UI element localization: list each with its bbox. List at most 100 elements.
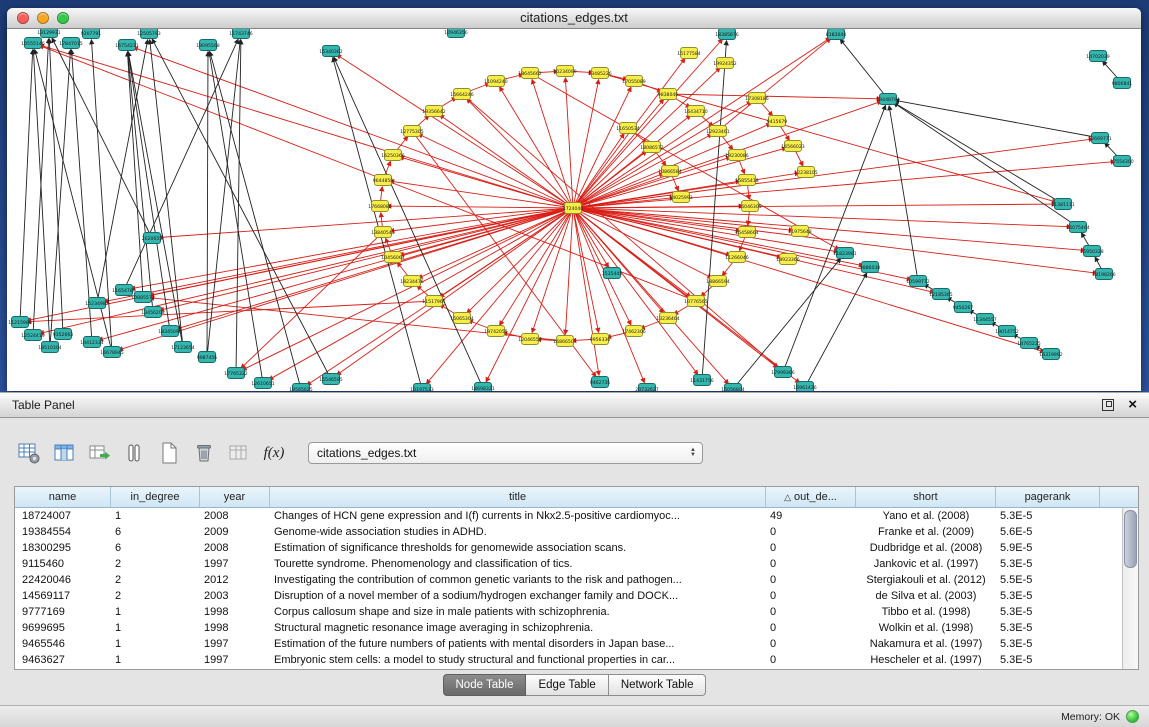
graph-node[interactable]: 10234099 bbox=[553, 66, 576, 77]
table-cell[interactable]: 5.3E-5 bbox=[996, 652, 1100, 668]
table-cell[interactable]: 2003 bbox=[200, 588, 270, 604]
graph-node[interactable]: 9450267 bbox=[953, 302, 974, 313]
table-settings-button[interactable] bbox=[16, 440, 42, 466]
table-cell[interactable]: Structural magnetic resonance image aver… bbox=[270, 620, 766, 636]
graph-node[interactable]: 10555146 bbox=[21, 38, 44, 49]
table-cell[interactable]: 5.3E-5 bbox=[996, 636, 1100, 652]
table-row[interactable]: 2242004622012Investigating the contribut… bbox=[15, 572, 1138, 588]
graph-node[interactable]: 16678945 bbox=[100, 347, 123, 358]
graph-node[interactable]: 11650534 bbox=[616, 123, 639, 134]
graph-node[interactable]: 9886038 bbox=[860, 262, 881, 273]
table-cell[interactable]: Genome-wide association studies in ADHD. bbox=[270, 524, 766, 540]
graph-node[interactable]: 18234476 bbox=[400, 276, 423, 287]
merge-table-button[interactable] bbox=[226, 440, 252, 466]
graph-node[interactable]: 19356642 bbox=[422, 106, 445, 117]
graph-node[interactable]: 15664246 bbox=[450, 89, 473, 100]
graph-node[interactable]: 16319992 bbox=[1039, 349, 1062, 360]
new-table-button[interactable] bbox=[156, 440, 182, 466]
graph-node[interactable]: 16754211 bbox=[115, 40, 138, 51]
graph-node[interactable]: 16434710 bbox=[684, 106, 707, 117]
table-scrollbar-thumb[interactable] bbox=[1124, 510, 1137, 568]
graph-node[interactable]: 15065304 bbox=[450, 313, 473, 324]
graph-node[interactable]: 10866584 bbox=[658, 166, 681, 177]
table-cell[interactable]: Corpus callosum shape and size in male p… bbox=[270, 604, 766, 620]
table-cell[interactable]: 0 bbox=[766, 572, 856, 588]
table-cell[interactable]: Dudbridge et al. (2008) bbox=[856, 540, 996, 556]
graph-node[interactable]: 19448794 bbox=[876, 94, 899, 105]
table-cell[interactable]: Jankovic et al. (1997) bbox=[856, 556, 996, 572]
graph-node[interactable]: 11381111 bbox=[1051, 199, 1074, 210]
table-cell[interactable]: 2 bbox=[111, 572, 200, 588]
import-table-button[interactable] bbox=[86, 440, 112, 466]
graph-node[interactable]: 9987456 bbox=[197, 352, 218, 363]
graph-node[interactable]: 16250366 bbox=[381, 150, 404, 161]
show-columns-button[interactable] bbox=[51, 440, 77, 466]
table-cell[interactable]: 9465546 bbox=[15, 636, 111, 652]
table-cell[interactable]: 5.6E-5 bbox=[996, 524, 1100, 540]
table-cell[interactable]: Estimation of the future numbers of pati… bbox=[270, 636, 766, 652]
graph-node[interactable]: 16866507 bbox=[553, 336, 576, 347]
table-cell[interactable]: 6 bbox=[111, 524, 200, 540]
graph-node[interactable]: 11517967 bbox=[422, 296, 445, 307]
table-cell[interactable]: 1 bbox=[111, 604, 200, 620]
graph-node[interactable]: 12524419 bbox=[21, 330, 44, 341]
graph-node[interactable]: 17999366 bbox=[771, 367, 794, 378]
graph-node[interactable]: 10776565 bbox=[684, 296, 707, 307]
graph-node[interactable]: 12923461 bbox=[706, 126, 729, 137]
graph-node[interactable]: 13485226 bbox=[588, 68, 611, 79]
graph-node[interactable]: 19742055 bbox=[484, 326, 507, 337]
table-cell[interactable]: Tourette syndrome. Phenomenology and cla… bbox=[270, 556, 766, 572]
graph-node[interactable]: 17123654 bbox=[171, 342, 194, 353]
graph-node[interactable]: 11215988 bbox=[8, 317, 31, 328]
table-cell[interactable]: Franke et al. (2009) bbox=[856, 524, 996, 540]
table-cell[interactable]: 2008 bbox=[200, 508, 270, 524]
column-header-year[interactable]: year bbox=[200, 487, 270, 507]
table-cell[interactable]: 9699695 bbox=[15, 620, 111, 636]
graph-node[interactable]: 10197533 bbox=[410, 384, 433, 392]
graph-node[interactable]: 16961426 bbox=[793, 382, 816, 392]
graph-node[interactable]: 14765225 bbox=[1017, 338, 1040, 349]
graph-node[interactable]: 20732627 bbox=[635, 384, 658, 392]
graph-node[interactable]: 8183044 bbox=[826, 29, 847, 40]
delete-table-button[interactable] bbox=[191, 440, 217, 466]
table-cell[interactable]: Embryonic stem cells: a model to study s… bbox=[270, 652, 766, 668]
table-cell[interactable]: 6 bbox=[111, 540, 200, 556]
graph-node[interactable]: 1724046 bbox=[563, 203, 584, 214]
graph-node[interactable]: 15855418 bbox=[735, 175, 758, 186]
graph-node[interactable]: 1535445 bbox=[602, 268, 623, 279]
graph-node[interactable]: 18510304 bbox=[38, 342, 61, 353]
table-cell[interactable]: 1998 bbox=[200, 604, 270, 620]
network-canvas[interactable]: 1724046160463051545866411266046188665941… bbox=[7, 29, 1141, 391]
graph-node[interactable]: 12185365 bbox=[929, 289, 952, 300]
graph-node[interactable]: 11975648 bbox=[788, 226, 811, 237]
table-cell[interactable]: 1 bbox=[111, 652, 200, 668]
graph-node[interactable]: 19924352 bbox=[713, 58, 736, 69]
table-scrollbar[interactable] bbox=[1122, 508, 1138, 669]
graph-node[interactable]: 16046305 bbox=[738, 201, 761, 212]
table-cell[interactable]: 18300295 bbox=[15, 540, 111, 556]
network-table-selector[interactable]: citations_edges.txt ▲ ▼ bbox=[308, 442, 703, 464]
table-cell[interactable]: 19384554 bbox=[15, 524, 111, 540]
graph-node[interactable]: 17765322 bbox=[224, 368, 247, 379]
table-cell[interactable]: 2008 bbox=[200, 540, 270, 556]
table-cell[interactable]: 1997 bbox=[200, 556, 270, 572]
table-cell[interactable]: Nakamura et al. (1997) bbox=[856, 636, 996, 652]
table-cell[interactable]: 0 bbox=[766, 588, 856, 604]
table-cell[interactable]: 2 bbox=[111, 588, 200, 604]
table-cell[interactable]: Wolkin et al. (1998) bbox=[856, 620, 996, 636]
table-cell[interactable]: 1 bbox=[111, 636, 200, 652]
table-cell[interactable]: 9777169 bbox=[15, 604, 111, 620]
graph-node[interactable]: 17462306 bbox=[622, 326, 645, 337]
graph-node[interactable]: 13236464 bbox=[656, 313, 679, 324]
table-cell[interactable]: 5.3E-5 bbox=[996, 556, 1100, 572]
graph-node[interactable]: 18923366 bbox=[776, 254, 799, 265]
graph-node[interactable]: 9352663 bbox=[53, 329, 74, 340]
table-cell[interactable]: 9115460 bbox=[15, 556, 111, 572]
table-cell[interactable]: 1997 bbox=[200, 636, 270, 652]
table-cell[interactable]: Stergiakouli et al. (2012) bbox=[856, 572, 996, 588]
table-cell[interactable]: 18724007 bbox=[15, 508, 111, 524]
graph-node[interactable]: 2620655 bbox=[142, 233, 163, 244]
close-panel-icon[interactable]: × bbox=[1128, 399, 1137, 411]
graph-node[interactable]: 12505793 bbox=[137, 29, 160, 39]
table-row[interactable]: 977716911998Corpus callosum shape and si… bbox=[15, 604, 1138, 620]
